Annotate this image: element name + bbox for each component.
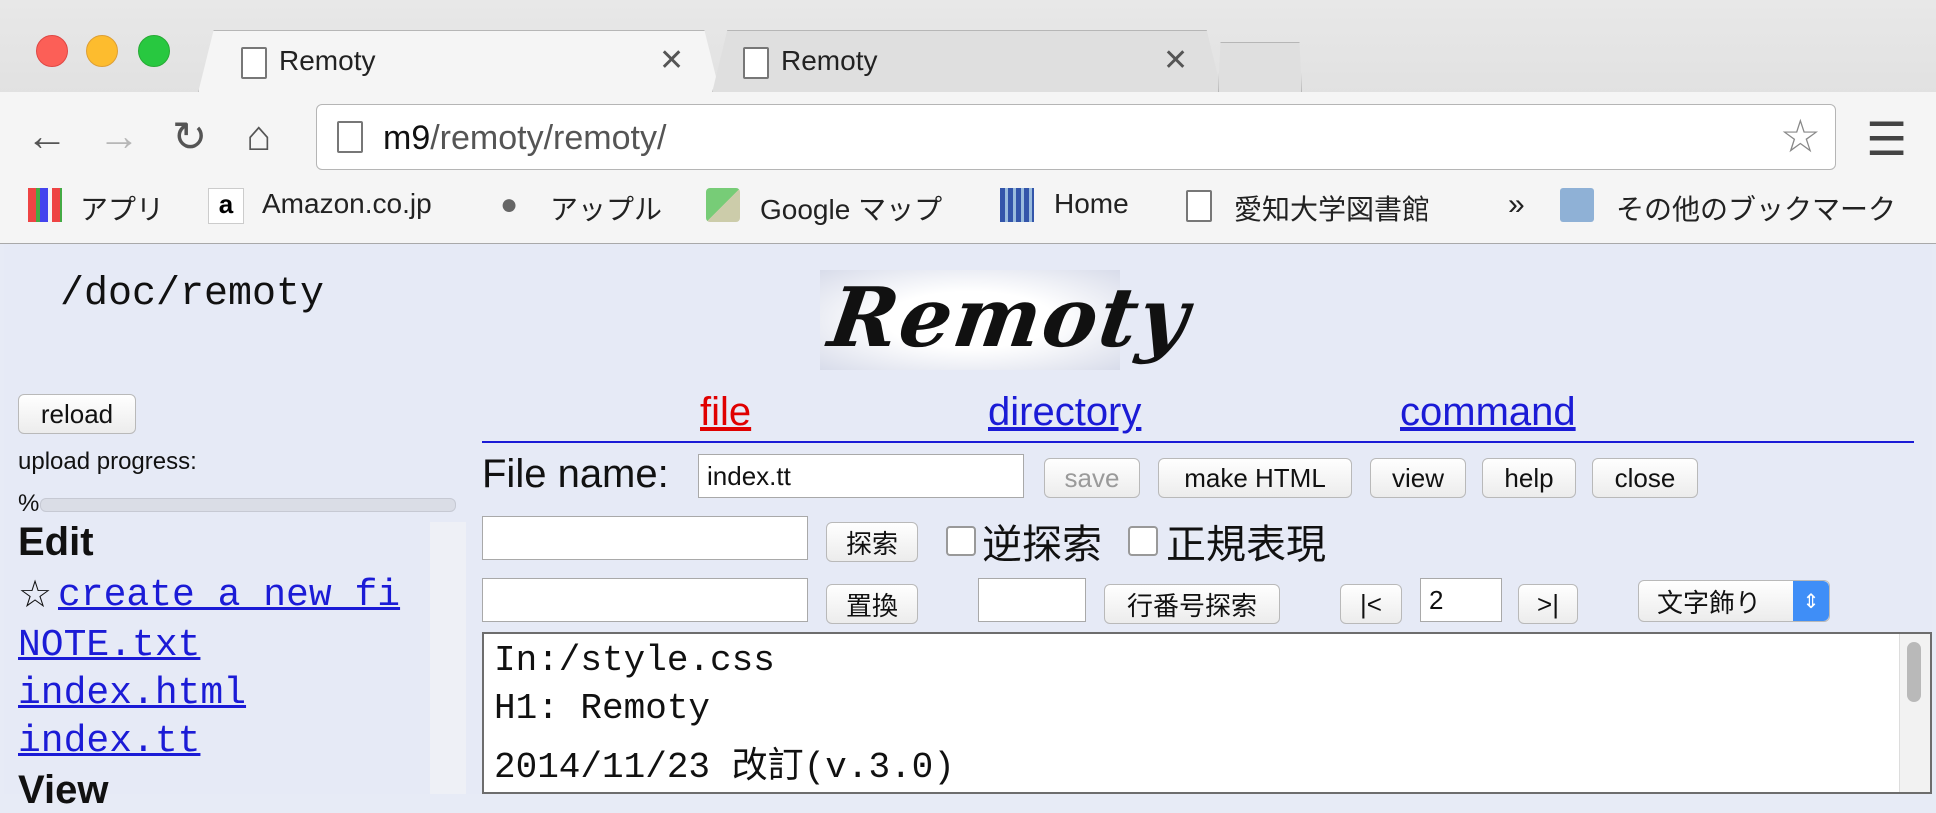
view-heading: View	[18, 768, 109, 812]
line-number-search-button[interactable]: 行番号探索	[1104, 584, 1280, 624]
tab-title: Remoty	[279, 45, 376, 76]
home-icon[interactable]: ⌂	[246, 112, 271, 160]
filename-input[interactable]: index.tt	[698, 454, 1024, 498]
decoration-select[interactable]: 文字飾り ⇕	[1638, 580, 1830, 622]
filename-label: File name:	[482, 452, 669, 496]
bookmark-apple[interactable]: アップル	[550, 188, 662, 228]
current-path: /doc/remoty	[60, 272, 325, 317]
bookmark-aichi-library[interactable]: 愛知大学図書館	[1234, 188, 1430, 228]
view-button[interactable]: view	[1370, 458, 1466, 498]
menu-command[interactable]: command	[1400, 390, 1576, 435]
reload-button[interactable]: reload	[18, 394, 136, 434]
make-html-button[interactable]: make HTML	[1158, 458, 1352, 498]
back-icon[interactable]: ←	[26, 112, 68, 160]
file-link[interactable]: NOTE.txt	[18, 624, 200, 667]
maximize-window-button[interactable]	[138, 35, 170, 67]
close-button[interactable]: close	[1592, 458, 1698, 498]
menu-directory[interactable]: directory	[988, 390, 1141, 435]
menu-file[interactable]: file	[700, 390, 751, 435]
bookmark-apps[interactable]: アプリ	[80, 188, 164, 228]
close-tab-icon[interactable]: ✕	[1163, 43, 1188, 78]
minimize-window-button[interactable]	[86, 35, 118, 67]
apple-icon: ●	[500, 188, 519, 221]
sidebar-scrollbar[interactable]	[430, 522, 466, 794]
replace-button[interactable]: 置換	[826, 584, 918, 624]
reverse-search-label: 逆探索	[982, 523, 1102, 567]
google-maps-icon	[706, 188, 740, 222]
edit-heading: Edit	[18, 520, 94, 564]
page-icon	[337, 121, 363, 153]
file-link[interactable]: index.html	[18, 672, 246, 715]
tab-active[interactable]: Remoty ✕	[198, 30, 720, 93]
line-number-input[interactable]	[978, 578, 1086, 622]
search-input[interactable]	[482, 516, 808, 560]
upload-progress-bar	[40, 498, 456, 512]
remoty-logo: Remoty	[820, 270, 1196, 370]
help-button[interactable]: help	[1482, 458, 1576, 498]
editor-line: In:/style.css	[494, 640, 775, 681]
regex-checkbox[interactable]	[1128, 526, 1158, 556]
document-icon	[1186, 190, 1212, 222]
line-number-field[interactable]: 2	[1420, 578, 1502, 622]
select-arrows-icon: ⇕	[1793, 581, 1829, 621]
bookmark-other[interactable]: その他のブックマーク	[1616, 188, 1896, 228]
reverse-search-checkbox[interactable]	[946, 526, 976, 556]
editor-line: 2014/11/23 改訂(v.3.0)	[494, 747, 955, 788]
editor-textarea[interactable]: In:/style.css H1: Remoty 2014/11/23 改訂(v…	[482, 632, 1932, 794]
url-text: m9/remoty/remoty/	[383, 119, 667, 157]
editor-line: H1: Remoty	[494, 688, 711, 729]
editor-scrollbar[interactable]	[1899, 634, 1930, 792]
bookmark-google-maps[interactable]: Google マップ	[760, 188, 942, 228]
decoration-select-value: 文字飾り	[1657, 587, 1762, 618]
document-icon	[241, 47, 267, 79]
menu-divider	[482, 441, 1914, 443]
folder-icon	[1560, 188, 1594, 222]
star-icon: ☆	[18, 574, 53, 616]
address-bar[interactable]: m9/remoty/remoty/ ☆	[316, 104, 1836, 170]
nii-icon	[1000, 188, 1034, 222]
close-window-button[interactable]	[36, 35, 68, 67]
bookmark-home[interactable]: Home	[1054, 188, 1129, 220]
tab-title: Remoty	[781, 45, 878, 76]
first-line-button[interactable]: |<	[1340, 584, 1402, 624]
document-icon	[743, 47, 769, 79]
bookmark-star-icon[interactable]: ☆	[1780, 109, 1821, 163]
bookmark-amazon[interactable]: Amazon.co.jp	[262, 188, 432, 220]
create-new-file-link[interactable]: create a new fi	[58, 574, 400, 617]
upload-progress-percent: %	[18, 490, 40, 517]
reload-icon[interactable]: ↻	[172, 112, 207, 161]
next-line-button[interactable]: >|	[1518, 584, 1578, 624]
close-tab-icon[interactable]: ✕	[659, 43, 684, 78]
regex-label: 正規表現	[1166, 523, 1326, 567]
save-button[interactable]: save	[1044, 458, 1140, 498]
search-button[interactable]: 探索	[826, 522, 918, 562]
editor-scroll-thumb[interactable]	[1907, 642, 1921, 702]
upload-progress-label: upload progress:	[18, 448, 197, 475]
menu-icon[interactable]: ☰	[1866, 112, 1907, 166]
apps-icon	[28, 188, 62, 222]
file-link[interactable]: index.tt	[18, 720, 200, 763]
amazon-icon: a	[208, 188, 244, 224]
tab-inactive[interactable]: Remoty ✕	[712, 30, 1222, 93]
bookmarks-overflow-icon[interactable]: »	[1508, 188, 1525, 222]
new-tab-button[interactable]	[1218, 42, 1302, 93]
replace-input[interactable]	[482, 578, 808, 622]
forward-icon[interactable]: →	[98, 112, 140, 160]
